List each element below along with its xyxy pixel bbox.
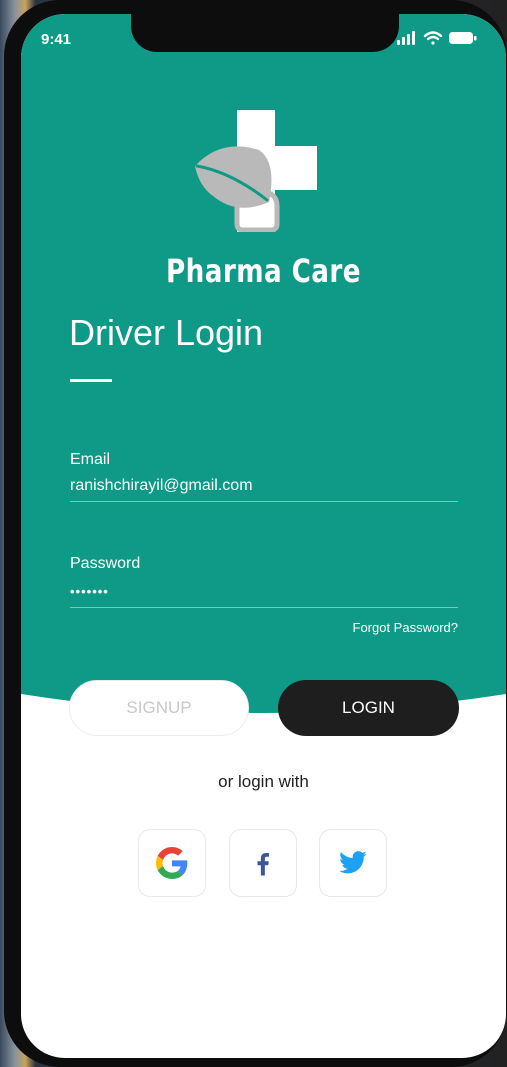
phone-frame: 9:41 Pharma Care Driver Login Email rani…	[4, 0, 507, 1067]
battery-icon	[449, 32, 477, 44]
facebook-login-button[interactable]	[229, 829, 297, 897]
facebook-icon	[257, 853, 269, 876]
app-screen: 9:41 Pharma Care Driver Login Email rani…	[21, 14, 506, 1058]
twitter-login-button[interactable]	[319, 829, 387, 897]
status-time: 9:41	[41, 31, 72, 48]
email-label: Email	[70, 451, 111, 468]
device-notch	[131, 14, 399, 52]
status-icons	[397, 31, 477, 45]
social-login-prompt: or login with	[218, 772, 309, 791]
title-underline	[70, 379, 112, 382]
login-button[interactable]: LOGIN	[278, 680, 459, 736]
password-label: Password	[70, 555, 141, 572]
google-login-button[interactable]	[138, 829, 206, 897]
app-name: Pharma Care	[166, 252, 361, 290]
signup-button[interactable]: SIGNUP	[69, 680, 249, 736]
wifi-icon	[423, 31, 443, 45]
signal-icon	[397, 31, 415, 45]
twitter-icon	[339, 851, 367, 874]
page-title: Driver Login	[69, 312, 264, 353]
email-field[interactable]: ranishchirayil@gmail.com	[70, 477, 458, 502]
forgot-password-link[interactable]: Forgot Password?	[353, 620, 459, 635]
google-icon	[156, 847, 188, 879]
password-field[interactable]: •••••••	[70, 584, 458, 608]
app-logo-icon	[195, 110, 317, 232]
